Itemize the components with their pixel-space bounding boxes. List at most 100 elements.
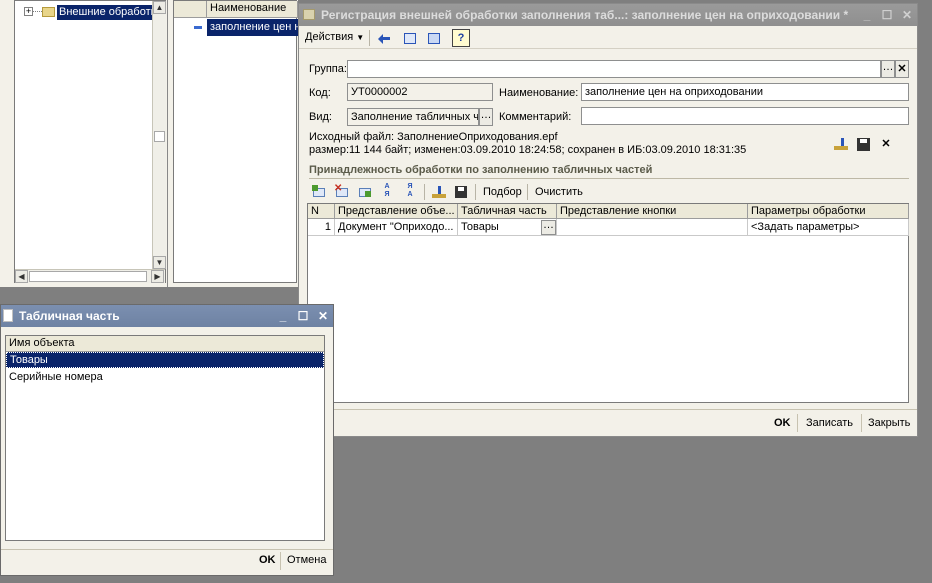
ok-button[interactable]: OK — [774, 417, 791, 429]
group-field[interactable] — [347, 60, 881, 78]
close-icon[interactable]: ✕ — [899, 8, 915, 22]
document-icon — [3, 309, 13, 322]
actions-label: Действия — [305, 31, 354, 43]
minimize-icon[interactable]: _ — [275, 309, 291, 323]
window-app-icon — [303, 9, 315, 20]
sort-ascending-icon[interactable]: AЯ — [378, 182, 396, 200]
refresh-arrows-icon[interactable] — [424, 29, 442, 47]
list-view[interactable]: Наименование заполнение цен на оприходов… — [173, 0, 298, 283]
folder-icon — [42, 7, 55, 17]
save-file-icon[interactable] — [854, 135, 872, 153]
object-list[interactable]: Имя объекта Товары Серийные номера — [5, 335, 325, 541]
column-header-object[interactable]: Представление объе... — [335, 204, 458, 219]
dialog-cancel-button[interactable]: Отмена — [287, 554, 326, 566]
clear-button[interactable]: Очистить — [535, 186, 583, 198]
group-clear-icon[interactable]: ✕ — [895, 60, 909, 78]
tree-item-external-processing[interactable]: Внешние обработки — [57, 5, 153, 20]
dialog-footer-divider — [1, 549, 333, 550]
dialog-title: Табличная часть — [19, 309, 120, 323]
structure-icon[interactable] — [400, 29, 418, 47]
h-scroll-thumb[interactable] — [29, 271, 147, 282]
name-field[interactable]: заполнение цен на оприходовании — [581, 83, 909, 101]
scroll-thumb[interactable] — [154, 131, 165, 142]
dialog-ok-button[interactable]: OK — [259, 554, 276, 566]
object-column-header[interactable]: Имя объекта — [6, 336, 324, 352]
cell-button[interactable] — [557, 219, 748, 236]
tree-line-icon — [33, 11, 42, 12]
toolbar-separator — [475, 184, 476, 200]
tree-horizontal-scrollbar[interactable]: ◀ ▶ — [15, 269, 165, 283]
actions-menu-button[interactable]: Действия ▼ — [305, 31, 364, 43]
footer-separator — [797, 414, 798, 432]
cell-object[interactable]: Документ "Оприходо... — [335, 219, 458, 236]
dialog-titlebar[interactable]: Табличная часть _ ☐ ✕ — [1, 305, 333, 327]
assignment-table[interactable]: N Представление объе... Табличная часть … — [307, 203, 909, 403]
comment-field[interactable] — [581, 107, 909, 125]
scroll-down-icon[interactable]: ▼ — [153, 256, 166, 269]
scroll-right-icon[interactable]: ▶ — [151, 270, 164, 283]
list-item[interactable]: Товары — [6, 352, 324, 368]
row-marker-icon — [194, 26, 202, 29]
kind-field[interactable]: Заполнение табличных ч — [347, 108, 479, 126]
back-arrow-icon[interactable] — [375, 29, 393, 47]
add-row-icon[interactable] — [309, 182, 327, 200]
dropdown-arrow-icon: ▼ — [356, 33, 365, 42]
group-select-button[interactable]: … — [881, 60, 895, 78]
clear-file-icon[interactable]: ✕ — [877, 135, 895, 153]
main-toolbar: Действия ▼ ? — [299, 27, 917, 49]
close-button[interactable]: Закрыть — [868, 417, 910, 429]
tree-vertical-scrollbar[interactable]: ▲ ▼ — [152, 1, 166, 269]
cell-n[interactable]: 1 — [308, 219, 335, 236]
tab-part-dialog: Табличная часть _ ☐ ✕ Имя объекта Товары… — [0, 304, 334, 576]
dialog-footer-separator — [280, 552, 281, 570]
registration-window-title: Регистрация внешней обработки заполнения… — [321, 8, 849, 22]
group-label: Группа: — [309, 63, 347, 75]
column-header-params[interactable]: Параметры обработки — [748, 204, 909, 219]
minimize-icon[interactable]: _ — [859, 8, 875, 22]
upload-file-icon[interactable] — [831, 134, 849, 152]
kind-label: Вид: — [309, 111, 332, 123]
upload-table-icon[interactable] — [429, 182, 447, 200]
pick-button[interactable]: Подбор — [483, 186, 522, 198]
list-item[interactable]: Серийные номера — [6, 369, 324, 385]
tab-part-select-button[interactable]: … — [541, 220, 556, 235]
tree-panel: + Внешние обработки ▲ ▼ ◀ ▶ — [0, 0, 168, 287]
kind-select-button[interactable]: … — [479, 108, 493, 126]
expand-plus-icon[interactable]: + — [24, 7, 33, 16]
column-header-n[interactable]: N — [308, 204, 335, 219]
footer-divider — [299, 409, 917, 410]
column-header-button[interactable]: Представление кнопки — [557, 204, 748, 219]
registration-window: Регистрация внешней обработки заполнения… — [298, 3, 918, 437]
scroll-left-icon[interactable]: ◀ — [15, 270, 28, 283]
section-title: Принадлежность обработки по заполнению т… — [309, 164, 653, 176]
maximize-icon[interactable]: ☐ — [879, 8, 895, 22]
registration-window-titlebar[interactable]: Регистрация внешней обработки заполнения… — [299, 4, 917, 26]
table-toolbar: ✕ AЯ ЯA Подбор Очистить — [307, 181, 907, 203]
code-field[interactable]: УТ0000002 — [347, 83, 493, 101]
tree-view[interactable]: + Внешние обработки ▲ ▼ ◀ ▶ — [14, 0, 166, 283]
help-icon[interactable]: ? — [452, 29, 470, 47]
toolbar-separator — [424, 184, 425, 200]
list-row[interactable]: заполнение цен на оприходовании — [207, 19, 298, 36]
code-label: Код: — [309, 87, 331, 99]
scroll-up-icon[interactable]: ▲ — [153, 1, 166, 14]
file-size-text: размер:11 144 байт; изменен:03.09.2010 1… — [309, 144, 747, 156]
list-panel: Наименование заполнение цен на оприходов… — [168, 0, 298, 287]
delete-row-icon[interactable]: ✕ — [332, 182, 350, 200]
close-icon[interactable]: ✕ — [315, 309, 331, 323]
maximize-icon[interactable]: ☐ — [295, 309, 311, 323]
list-column-header[interactable]: Наименование — [207, 1, 298, 18]
source-file-text: Исходный файл: ЗаполнениеОприходования.e… — [309, 131, 558, 143]
save-button[interactable]: Записать — [806, 417, 853, 429]
column-header-tab-part[interactable]: Табличная часть — [458, 204, 557, 219]
name-label: Наименование: — [499, 87, 579, 99]
toolbar-separator — [369, 30, 370, 46]
edit-row-icon[interactable] — [355, 182, 373, 200]
sort-descending-icon[interactable]: ЯA — [401, 182, 419, 200]
comment-label: Комментарий: — [499, 111, 572, 123]
footer-separator — [861, 414, 862, 432]
cell-params[interactable]: <Задать параметры> — [748, 219, 909, 236]
save-table-icon[interactable] — [452, 183, 470, 201]
toolbar-separator — [527, 184, 528, 200]
list-header-blank — [174, 1, 207, 18]
